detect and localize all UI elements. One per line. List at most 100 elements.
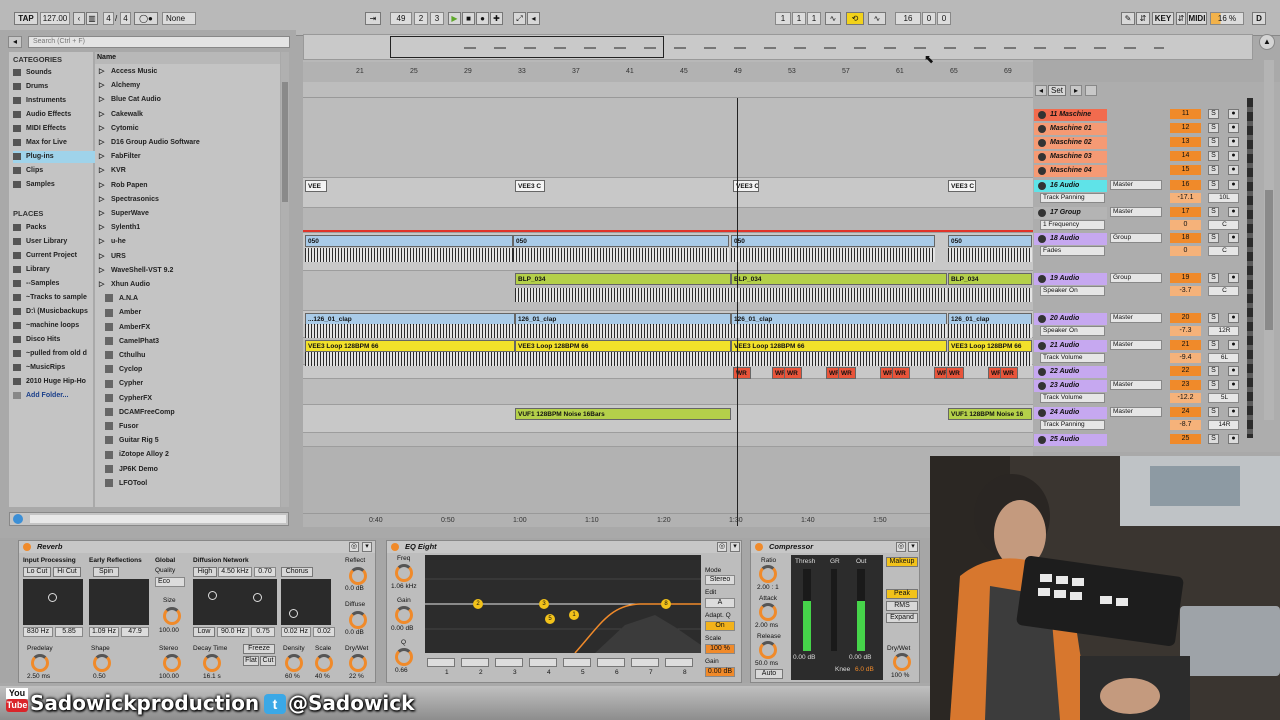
arm-button[interactable]: ● xyxy=(1228,109,1239,119)
plugin-list-item[interactable]: Fusor xyxy=(99,420,138,433)
tap-button[interactable]: TAP xyxy=(14,12,38,25)
loop-start-beat[interactable]: 1 xyxy=(792,12,806,25)
automation-select[interactable]: Track Volume xyxy=(1040,393,1105,403)
chorus-rate-value[interactable]: 0.02 Hz xyxy=(281,627,311,637)
place-item[interactable]: 2010 Huge Hip-Ho xyxy=(13,376,95,388)
freeze-button[interactable]: Freeze xyxy=(243,644,275,654)
shape-knob[interactable] xyxy=(93,654,111,672)
draw-mode-icon[interactable]: ✎ xyxy=(1121,12,1135,25)
band-1-number[interactable]: 1 xyxy=(445,669,449,676)
device-menu-icon[interactable]: ▾ xyxy=(362,542,372,552)
eq-gain-knob[interactable] xyxy=(395,606,413,624)
track-activator-icon[interactable] xyxy=(1038,275,1046,283)
device-on-icon[interactable] xyxy=(755,543,763,551)
place-item[interactable]: User Library xyxy=(13,236,95,248)
track-activator-icon[interactable] xyxy=(1038,139,1046,147)
plugin-list-item[interactable]: ▷ Blue Cat Audio xyxy=(99,93,161,106)
vee-clip[interactable]: VEE3 C xyxy=(948,180,976,192)
hot-swap-icon[interactable]: ◎ xyxy=(349,542,359,552)
diffusion-handle-low[interactable] xyxy=(208,591,217,600)
track-number[interactable]: 24 xyxy=(1170,407,1201,417)
track-header-12[interactable]: Maschine 01 xyxy=(1034,123,1107,135)
track-header-24[interactable]: 24 Audio xyxy=(1034,407,1107,419)
low-value[interactable]: 0.75 xyxy=(251,627,275,637)
track-header-25[interactable]: 25 Audio xyxy=(1034,434,1107,446)
automation-line[interactable] xyxy=(303,230,1033,232)
overdub-icon[interactable]: ✚ xyxy=(490,12,503,25)
spin-button[interactable]: Spin xyxy=(93,567,119,577)
plugin-list-item[interactable]: A.N.A xyxy=(99,292,138,305)
arrangement-scroll-thumb[interactable] xyxy=(1265,190,1273,330)
arm-button[interactable]: ● xyxy=(1228,340,1239,350)
out-meter[interactable] xyxy=(857,569,865,651)
loop-clip[interactable]: VEE3 Loop 128BPM 66 xyxy=(731,340,947,352)
lo-cut-button[interactable]: Lo Cut xyxy=(23,567,51,577)
position-bar[interactable]: 49 xyxy=(390,12,412,25)
overview-toggle-icon[interactable] xyxy=(1085,85,1097,96)
punch-out-icon[interactable]: ∿ xyxy=(868,12,886,25)
place-item[interactable]: ~MusicRips xyxy=(13,362,95,374)
expand-folder-icon[interactable]: ▷ xyxy=(99,93,107,106)
plugin-list-item[interactable]: LFOTool xyxy=(99,477,147,490)
expand-folder-icon[interactable]: ▷ xyxy=(99,193,107,206)
category-clips[interactable]: Clips xyxy=(13,165,95,177)
volume-value[interactable]: -17.1 xyxy=(1170,193,1201,203)
lane-23-audio[interactable] xyxy=(303,379,1033,405)
plugin-list-item[interactable]: ▷ KVR xyxy=(99,164,126,177)
wr-clip[interactable]: WR xyxy=(946,367,964,379)
filter-handle[interactable] xyxy=(48,593,57,602)
band-6-filter-type[interactable] xyxy=(597,658,625,667)
drywet-knob[interactable] xyxy=(349,654,367,672)
band-2-number[interactable]: 2 xyxy=(479,669,483,676)
eq-mode-select[interactable]: Stereo xyxy=(705,575,735,585)
follow-icon[interactable]: ⇥ xyxy=(365,12,381,25)
makeup-button[interactable]: Makeup xyxy=(886,557,918,567)
track-header-15[interactable]: Maschine 04 xyxy=(1034,165,1107,177)
volume-value[interactable]: 0 xyxy=(1170,246,1201,256)
low-freq-value[interactable]: 90.0 Hz xyxy=(217,627,249,637)
lane-22-audio[interactable] xyxy=(303,365,1033,379)
arm-button[interactable]: ● xyxy=(1228,366,1239,376)
automation-select[interactable]: Speaker On xyxy=(1040,286,1105,296)
diffusion-display[interactable] xyxy=(193,579,277,625)
arm-button[interactable]: ● xyxy=(1228,434,1239,444)
lane-25-audio[interactable] xyxy=(303,433,1033,447)
audio-clip-050[interactable]: 050 xyxy=(731,235,935,247)
scale-knob[interactable] xyxy=(315,654,333,672)
plugin-list-item[interactable]: Amber xyxy=(99,306,141,319)
automation-select[interactable]: Speaker On xyxy=(1040,326,1105,336)
plugin-list-item[interactable]: Cyclop xyxy=(99,363,142,376)
output-select[interactable]: Master xyxy=(1110,313,1162,323)
output-select[interactable]: Master xyxy=(1110,207,1162,217)
band-7-filter-type[interactable] xyxy=(631,658,659,667)
device-on-icon[interactable] xyxy=(391,543,399,551)
hot-swap-icon[interactable]: ◎ xyxy=(717,542,727,552)
name-column-header[interactable]: Name xyxy=(95,52,280,64)
band-8-number[interactable]: 8 xyxy=(683,669,687,676)
loop-toggle-icon[interactable]: ⟲ xyxy=(846,12,864,25)
loop-start-sixteenth[interactable]: 1 xyxy=(807,12,821,25)
decay-knob[interactable] xyxy=(203,654,221,672)
track-number[interactable]: 17 xyxy=(1170,207,1201,217)
lane-16-audio[interactable] xyxy=(303,178,1033,208)
scroll-up-icon[interactable]: ▲ xyxy=(1259,34,1275,50)
blp-clip[interactable]: BLP_034 xyxy=(948,273,1032,285)
loop-length-beat[interactable]: 0 xyxy=(922,12,936,25)
midi-map-button[interactable]: MIDI xyxy=(1187,12,1207,25)
arm-button[interactable]: ● xyxy=(1228,313,1239,323)
arm-button[interactable]: ● xyxy=(1228,407,1239,417)
loop-length-bar[interactable]: 16 xyxy=(895,12,921,25)
place-item[interactable]: Current Project xyxy=(13,250,95,262)
track-header-11[interactable]: 11 Maschine xyxy=(1034,109,1107,121)
plugin-list-item[interactable]: ▷ Cakewalk xyxy=(99,108,143,121)
eq-band-4-handle[interactable]: 1 xyxy=(569,610,579,620)
plugin-list-item[interactable]: ▷ FabFilter xyxy=(99,150,141,163)
wr-clip[interactable]: WR xyxy=(1000,367,1018,379)
eq-band-3-handle[interactable]: 5 xyxy=(545,614,555,624)
track-header-22[interactable]: 22 Audio xyxy=(1034,366,1107,378)
track-number[interactable]: 20 xyxy=(1170,313,1201,323)
input-freq-value[interactable]: 830 Hz xyxy=(23,627,53,637)
noise-clip[interactable]: VUF1 128BPM Noise 16 xyxy=(948,408,1032,420)
plugin-list-item[interactable]: Guitar Rig 5 xyxy=(99,434,159,447)
solo-button[interactable]: S xyxy=(1208,233,1219,243)
